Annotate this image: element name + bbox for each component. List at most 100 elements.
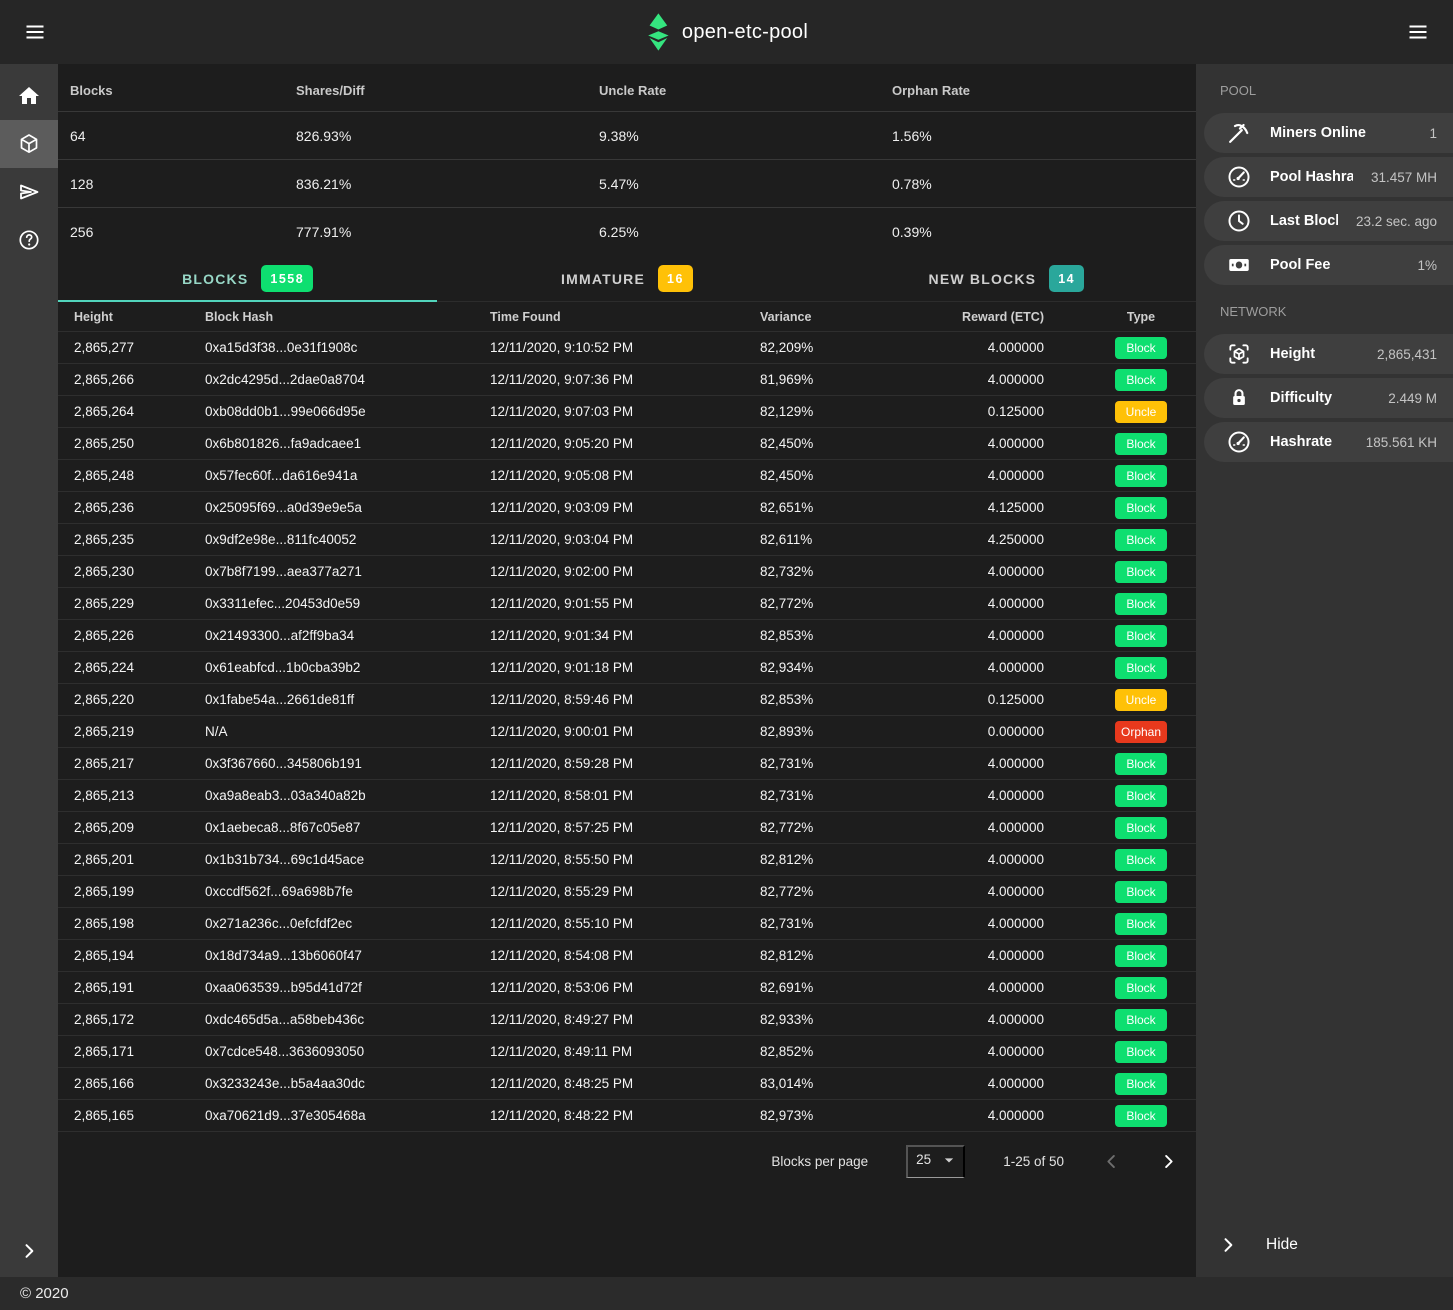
cube-scan-icon [1226,341,1252,367]
block-variance-cell: 82,812% [760,948,940,963]
block-variance-cell: 82,611% [760,532,940,547]
gauge-icon [1226,429,1252,455]
stats-cell: 256 [70,224,296,240]
tab-blocks[interactable]: BLOCKS 1558 [58,256,437,301]
main-panel: Blocks Shares/Diff Uncle Rate Orphan Rat… [58,64,1196,1277]
block-table-row: 2,865,172 0xdc465d5a...a58beb436c 12/11/… [58,1004,1196,1036]
hide-sidebar-button[interactable]: Hide [1196,1213,1453,1277]
block-type-badge: Uncle [1115,689,1167,711]
block-type-badge: Block [1115,625,1167,647]
menu-icon [1406,20,1430,44]
tab-label: NEW BLOCKS [929,271,1037,287]
stats-row: 128 836.21% 5.47% 0.78% [58,160,1196,208]
block-time-cell: 12/11/2020, 9:01:34 PM [490,628,760,643]
copyright-text: © 2020 [20,1285,69,1302]
block-type-cell: Block [1060,977,1196,999]
stat-label: Pool Hashrate [1270,169,1353,185]
nav-item-help[interactable] [0,216,58,264]
block-variance-cell: 82,450% [760,468,940,483]
footer: © 2020 [0,1277,1453,1310]
block-time-cell: 12/11/2020, 8:49:27 PM [490,1012,760,1027]
block-reward-cell: 4.000000 [940,564,1060,579]
block-hash-cell: 0xaa063539...b95d41d72f [205,980,490,995]
block-table-row: 2,865,224 0x61eabfcd...1b0cba39b2 12/11/… [58,652,1196,684]
nav-item-home[interactable] [0,72,58,120]
previous-page-button[interactable] [1102,1152,1121,1171]
block-reward-cell: 4.000000 [940,884,1060,899]
page-size-label: Blocks per page [771,1154,868,1169]
block-type-cell: Block [1060,817,1196,839]
block-time-cell: 12/11/2020, 8:55:29 PM [490,884,760,899]
block-table-row: 2,865,229 0x3311efec...20453d0e59 12/11/… [58,588,1196,620]
block-time-cell: 12/11/2020, 9:01:18 PM [490,660,760,675]
block-reward-cell: 4.000000 [940,1012,1060,1027]
stat-label: Pool Fee [1270,257,1399,273]
block-time-cell: 12/11/2020, 9:05:20 PM [490,436,760,451]
pickaxe-icon [1226,120,1252,146]
stats-cell: 6.25% [599,224,892,240]
stat-value: 31.457 MH [1371,170,1437,185]
block-time-cell: 12/11/2020, 9:01:55 PM [490,596,760,611]
block-table-row: 2,865,220 0x1fabe54a...2661de81ff 12/11/… [58,684,1196,716]
block-type-badge: Block [1115,433,1167,455]
block-variance-cell: 82,772% [760,820,940,835]
block-height-cell: 2,865,266 [74,372,205,387]
block-type-cell: Block [1060,625,1196,647]
block-type-badge: Block [1115,529,1167,551]
block-type-cell: Block [1060,753,1196,775]
block-table-row: 2,865,194 0x18d734a9...13b6060f47 12/11/… [58,940,1196,972]
block-variance-cell: 81,969% [760,372,940,387]
block-time-cell: 12/11/2020, 8:49:11 PM [490,1044,760,1059]
block-type-cell: Block [1060,785,1196,807]
block-height-cell: 2,865,209 [74,820,205,835]
chevron-right-icon [1218,1235,1238,1255]
chevron-right-icon [1159,1152,1178,1171]
block-table-row: 2,865,277 0xa15d3f38...0e31f1908c 12/11/… [58,332,1196,364]
chevron-down-icon [939,1150,959,1170]
block-type-badge: Block [1115,561,1167,583]
block-time-cell: 12/11/2020, 8:59:46 PM [490,692,760,707]
menu-button-right[interactable] [1400,14,1436,50]
stat-label: Hashrate [1270,434,1348,450]
block-hash-cell: N/A [205,724,490,739]
block-height-cell: 2,865,226 [74,628,205,643]
stats-sidebar: POOL Miners Online 1 Pool Hashrate 31.45… [1196,64,1453,1277]
block-time-cell: 12/11/2020, 8:55:10 PM [490,916,760,931]
stats-cell: 826.93% [296,128,599,144]
etc-logo-icon [645,13,671,51]
tab-immature[interactable]: IMMATURE 16 [437,256,816,301]
block-variance-cell: 82,893% [760,724,940,739]
menu-button-left[interactable] [17,14,53,50]
nav-item-payments[interactable] [0,168,58,216]
block-table-row: 2,865,250 0x6b801826...fa9adcaee1 12/11/… [58,428,1196,460]
page-size-select[interactable]: 25 [906,1145,965,1178]
block-height-cell: 2,865,213 [74,788,205,803]
nav-item-blocks[interactable] [0,120,58,168]
block-hash-cell: 0x7b8f7199...aea377a271 [205,564,490,579]
block-time-cell: 12/11/2020, 8:59:28 PM [490,756,760,771]
block-reward-cell: 4.000000 [940,628,1060,643]
block-table-row: 2,865,171 0x7cdce548...3636093050 12/11/… [58,1036,1196,1068]
chevron-right-icon [19,1241,39,1261]
stats-header-blocks: Blocks [70,83,296,98]
stat-value: 1% [1417,258,1437,273]
block-time-cell: 12/11/2020, 8:48:22 PM [490,1108,760,1123]
block-variance-cell: 82,731% [760,756,940,771]
tab-new-blocks[interactable]: NEW BLOCKS 14 [817,256,1196,301]
block-type-badge: Block [1115,881,1167,903]
pagination-bar: Blocks per page 25 1-25 of 50 [58,1132,1196,1190]
block-hash-cell: 0xb08dd0b1...99e066d95e [205,404,490,419]
next-page-button[interactable] [1159,1152,1178,1171]
block-height-cell: 2,865,220 [74,692,205,707]
block-height-cell: 2,865,217 [74,756,205,771]
stats-header-orphan: Orphan Rate [892,83,1196,98]
block-reward-cell: 4.125000 [940,500,1060,515]
block-reward-cell: 4.000000 [940,596,1060,611]
tab-count-badge: 1558 [261,265,313,292]
block-hash-cell: 0x7cdce548...3636093050 [205,1044,490,1059]
rail-expand-button[interactable] [0,1241,58,1261]
block-type-cell: Block [1060,593,1196,615]
block-type-badge: Block [1115,1041,1167,1063]
block-height-cell: 2,865,236 [74,500,205,515]
stats-cell: 9.38% [599,128,892,144]
